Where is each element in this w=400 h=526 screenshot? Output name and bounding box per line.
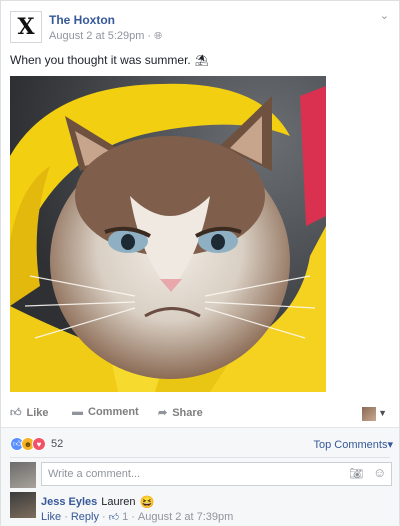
thumbs-up-icon: 👍︎ [10, 407, 22, 419]
caret-down-icon[interactable]: ▼ [378, 408, 387, 418]
current-user-avatar [10, 462, 36, 488]
laughing-emoji: 😆 [139, 495, 155, 509]
post-photo[interactable] [10, 76, 326, 392]
comment-body: Jess Eyles Lauren 😆 [41, 495, 155, 509]
feedback-section: 👍︎ ☻ ♥ 52 Top Comments▾ 📷︎ ☺ Jess Eyles … [1, 427, 399, 526]
meta-separator: · [64, 511, 68, 523]
comment-button[interactable]: ▬ Comment [72, 406, 139, 418]
comment-author-link[interactable]: Jess Eyles [41, 496, 97, 508]
comment-icon: ▬ [72, 406, 83, 418]
share-arrow-icon: ➦ [158, 407, 168, 419]
globe-icon[interactable]: 🌐︎ [154, 31, 162, 42]
camera-icon[interactable]: 📷︎ [349, 467, 363, 480]
umbrella-emoji: ⛱ [194, 54, 209, 67]
share-button[interactable]: ➦ Share [158, 406, 203, 420]
like-label: Like [26, 406, 49, 419]
share-label: Share [172, 406, 203, 419]
share-as-avatar[interactable] [362, 407, 376, 421]
reaction-count: 52 [51, 438, 64, 450]
comment-author-avatar[interactable] [10, 492, 36, 518]
post-caption: When you thought it was summer. [10, 53, 191, 67]
top-comments-label: Top Comments [313, 439, 388, 451]
like-button[interactable]: 👍︎ Like [10, 406, 49, 420]
comment-label: Comment [88, 406, 139, 418]
smiley-icon[interactable]: ☺ [373, 465, 386, 480]
comment-meta: Like · Reply · 👍︎ 1 · August 2 at 7:39pm [41, 511, 233, 523]
meta-separator: · [147, 30, 152, 42]
comment-timestamp[interactable]: August 2 at 7:39pm [138, 511, 233, 523]
divider [10, 457, 390, 458]
comment-mention-link[interactable]: Lauren [101, 496, 135, 508]
comment-like-count[interactable]: 1 [122, 511, 128, 523]
comment-reply-link[interactable]: Reply [71, 511, 99, 523]
comment-like-link[interactable]: Like [41, 511, 61, 523]
page-name-link[interactable]: The Hoxton [49, 13, 115, 27]
reaction-summary[interactable]: 👍︎ ☻ ♥ 52 [10, 437, 63, 451]
post-text: When you thought it was summer. ⛱ [10, 53, 209, 67]
post-meta: August 2 at 5:29pm · 🌐︎ [49, 30, 162, 42]
action-bar: 👍︎ Like ▬ Comment ➦ Share ▼ [10, 406, 390, 424]
chevron-down-icon[interactable]: ⌄ [380, 9, 389, 22]
thumbs-up-icon: 👍︎ [108, 512, 120, 523]
meta-separator: · [131, 511, 135, 523]
love-reaction-icon: ♥ [32, 437, 46, 451]
post-card: X The Hoxton August 2 at 5:29pm · 🌐︎ ⌄ W… [0, 0, 400, 526]
meta-separator: · [101, 511, 106, 523]
top-comments-dropdown[interactable]: Top Comments▾ [313, 438, 393, 451]
page-logo[interactable]: X [10, 11, 42, 43]
top-comments-caret-icon: ▾ [387, 439, 393, 451]
comment-input[interactable] [41, 462, 392, 486]
grumpy-cat-image [10, 76, 326, 392]
post-timestamp[interactable]: August 2 at 5:29pm [49, 30, 144, 42]
